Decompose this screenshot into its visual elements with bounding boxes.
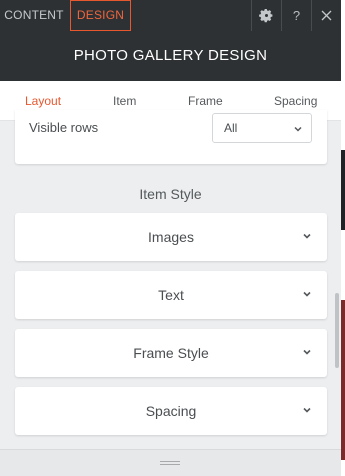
visible-rows-select[interactable]: All xyxy=(212,113,312,143)
gear-icon xyxy=(259,8,273,23)
panel-title: PHOTO GALLERY DESIGN xyxy=(0,31,341,81)
visible-rows-label: Visible rows xyxy=(29,120,99,135)
frame-style-section-label: Frame Style xyxy=(133,345,209,361)
background-edge xyxy=(341,0,345,476)
scrollbar-thumb[interactable] xyxy=(335,293,339,368)
background-image-strip xyxy=(341,150,345,230)
chevron-down-icon xyxy=(294,126,302,132)
chevron-down-icon xyxy=(303,291,311,297)
text-section-label: Text xyxy=(158,287,184,303)
help-button[interactable]: ? xyxy=(281,0,311,31)
visible-rows-card: Visible rows All xyxy=(15,110,327,164)
chevron-down-icon xyxy=(303,407,311,413)
resize-strip[interactable] xyxy=(0,449,341,476)
images-section[interactable]: Images xyxy=(15,213,327,261)
tab-content[interactable]: CONTENT xyxy=(0,0,68,31)
background-image-strip xyxy=(341,300,345,460)
settings-button[interactable] xyxy=(251,0,281,31)
images-section-label: Images xyxy=(148,229,194,245)
frame-style-section[interactable]: Frame Style xyxy=(15,329,327,377)
spacing-section[interactable]: Spacing xyxy=(15,387,327,435)
tab-design[interactable]: DESIGN xyxy=(70,0,131,31)
top-toolbar: CONTENT DESIGN ? xyxy=(0,0,341,31)
chevron-down-icon xyxy=(303,349,311,355)
spacing-section-label: Spacing xyxy=(145,403,197,419)
visible-rows-value: All xyxy=(224,121,238,135)
item-style-heading: Item Style xyxy=(139,186,202,202)
text-section[interactable]: Text xyxy=(15,271,327,319)
close-button[interactable] xyxy=(311,0,341,31)
chevron-down-icon xyxy=(303,233,311,239)
drag-handle-icon[interactable] xyxy=(160,461,180,465)
design-panel: CONTENT DESIGN ? PHOTO GALLERY DESIGN La… xyxy=(0,0,341,476)
help-icon: ? xyxy=(292,8,301,23)
close-icon xyxy=(321,10,332,21)
